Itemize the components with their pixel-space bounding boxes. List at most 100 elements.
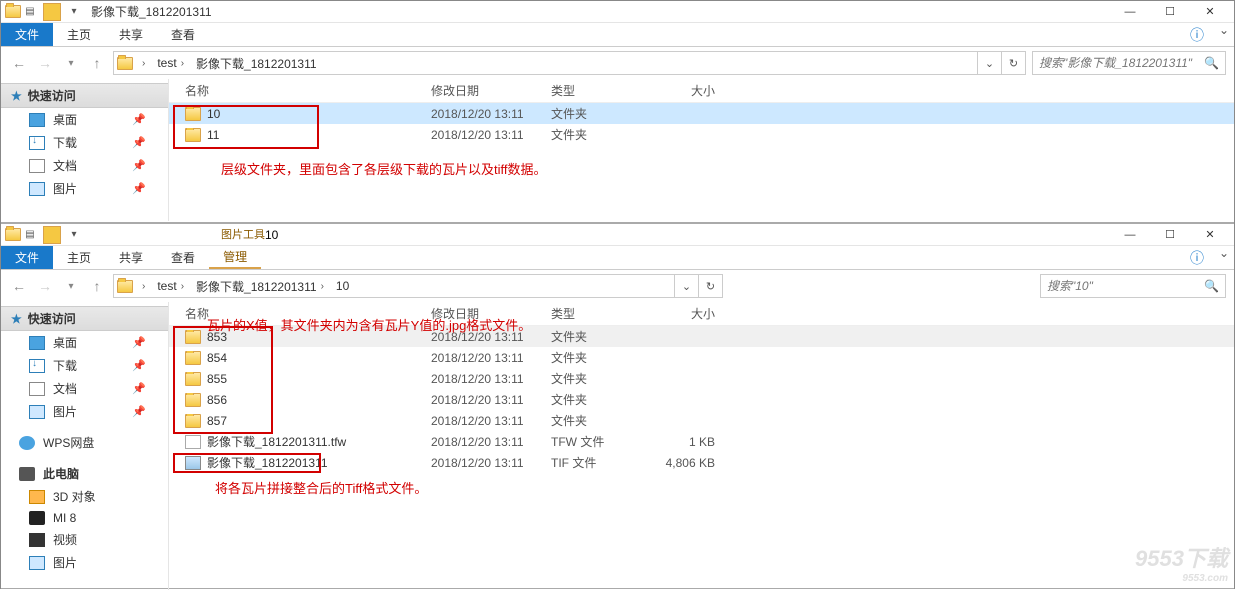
refresh-button[interactable]: ↻: [698, 275, 722, 297]
tab-manage[interactable]: 管理: [209, 246, 261, 269]
table-row[interactable]: 112018/12/20 13:11文件夹: [169, 124, 1234, 145]
breadcrumb-dropdown[interactable]: ⌄: [674, 275, 698, 297]
sidebar-item-downloads[interactable]: 下载📌: [1, 131, 168, 154]
table-row[interactable]: 影像下载_18122013112018/12/20 13:11TIF 文件4,8…: [169, 452, 1234, 473]
tab-home[interactable]: 主页: [53, 23, 105, 46]
tab-file[interactable]: 文件: [1, 23, 53, 46]
tab-view[interactable]: 查看: [157, 23, 209, 46]
sidebar-item-3d[interactable]: 3D 对象: [1, 485, 168, 508]
tab-share[interactable]: 共享: [105, 246, 157, 269]
breadcrumb-dropdown[interactable]: ⌄: [977, 52, 1001, 74]
pin-icon: 📌: [132, 182, 146, 195]
breadcrumb-item: test›: [151, 275, 190, 297]
search-box-1[interactable]: 🔍: [1032, 51, 1226, 75]
table-row[interactable]: 8552018/12/20 13:11文件夹: [169, 368, 1234, 389]
sidebar-item-pictures2[interactable]: 图片: [1, 551, 168, 574]
close-button[interactable]: ✕: [1190, 224, 1230, 246]
refresh-button[interactable]: ↻: [1001, 52, 1025, 74]
column-name[interactable]: 名称: [169, 305, 415, 322]
folder-icon: [185, 351, 201, 365]
window-title-1: 影像下载_1812201311: [91, 3, 212, 20]
table-row[interactable]: 8542018/12/20 13:11文件夹: [169, 347, 1234, 368]
back-button[interactable]: ←: [9, 53, 29, 73]
sidebar-wps[interactable]: WPS网盘: [1, 431, 168, 454]
search-icon[interactable]: 🔍: [1204, 279, 1219, 293]
sidebar-item-desktop[interactable]: 桌面📌: [1, 108, 168, 131]
sidebar-this-pc[interactable]: 此电脑: [1, 462, 168, 485]
table-row[interactable]: 8532018/12/20 13:11文件夹: [169, 326, 1234, 347]
column-type[interactable]: 类型: [535, 82, 645, 99]
row-name: 854: [207, 351, 227, 365]
search-icon[interactable]: 🔍: [1204, 56, 1219, 70]
wps-icon: [19, 436, 35, 450]
sidebar-item-mi8[interactable]: MI 8: [1, 508, 168, 528]
tab-share[interactable]: 共享: [105, 23, 157, 46]
row-name: 11: [207, 128, 219, 142]
maximize-button[interactable]: ☐: [1150, 224, 1190, 246]
table-row[interactable]: 8562018/12/20 13:11文件夹: [169, 389, 1234, 410]
close-button[interactable]: ✕: [1190, 1, 1230, 23]
qat-properties-icon[interactable]: ▤: [21, 226, 39, 244]
ribbon-expand-icon[interactable]: ⌄: [1214, 246, 1234, 269]
column-name[interactable]: 名称: [169, 82, 415, 99]
sidebar-item-documents[interactable]: 文档📌: [1, 154, 168, 177]
sidebar-1: ★ 快速访问 桌面📌 下载📌 文档📌 图片📌: [1, 79, 169, 221]
minimize-button[interactable]: —: [1110, 224, 1150, 246]
folder-icon: [185, 393, 201, 407]
search-input[interactable]: [1047, 279, 1204, 293]
minimize-button[interactable]: —: [1110, 1, 1150, 23]
table-row[interactable]: 影像下载_1812201311.tfw2018/12/20 13:11TFW 文…: [169, 431, 1234, 452]
up-button[interactable]: ↑: [87, 276, 107, 296]
column-size[interactable]: 大小: [645, 82, 725, 99]
forward-button[interactable]: →: [35, 53, 55, 73]
download-icon: [29, 359, 45, 373]
search-box-2[interactable]: 🔍: [1040, 274, 1226, 298]
folder-icon: [185, 330, 201, 344]
recent-dropdown[interactable]: ▾: [61, 276, 81, 296]
sidebar-quick-access[interactable]: ★ 快速访问: [1, 306, 168, 331]
qat-dropdown-icon[interactable]: [43, 3, 61, 21]
forward-button[interactable]: →: [35, 276, 55, 296]
sidebar-2: ★ 快速访问 桌面📌 下载📌 文档📌 图片📌 WPS网盘 此电脑 3D 对象 M…: [1, 302, 169, 590]
chevron-right-icon[interactable]: ›: [142, 58, 145, 69]
tif-icon: [185, 456, 201, 470]
up-button[interactable]: ↑: [87, 53, 107, 73]
breadcrumb-1[interactable]: › test› 影像下载_1812201311 ⌄ ↻: [113, 51, 1026, 75]
back-button[interactable]: ←: [9, 276, 29, 296]
sidebar-item-pictures[interactable]: 图片📌: [1, 177, 168, 200]
sidebar-item-videos[interactable]: 视频: [1, 528, 168, 551]
row-size: 4,806 KB: [645, 456, 725, 470]
tab-home[interactable]: 主页: [53, 246, 105, 269]
list-header-1: 名称 修改日期 类型 大小: [169, 79, 1234, 103]
column-date[interactable]: 修改日期: [415, 82, 535, 99]
qat-expand-icon[interactable]: ▾: [65, 226, 83, 244]
pictures-icon: [29, 182, 45, 196]
folder-icon: [185, 414, 201, 428]
table-row[interactable]: 8572018/12/20 13:11文件夹: [169, 410, 1234, 431]
table-row[interactable]: 102018/12/20 13:11文件夹: [169, 103, 1234, 124]
sidebar-quick-access[interactable]: ★ 快速访问: [1, 83, 168, 108]
sidebar-item-desktop[interactable]: 桌面📌: [1, 331, 168, 354]
qat-properties-icon[interactable]: ▤: [21, 3, 39, 21]
window-folder-icon: [5, 5, 21, 18]
help-icon[interactable]: ⓘ: [1190, 246, 1204, 269]
sidebar-item-documents[interactable]: 文档📌: [1, 377, 168, 400]
help-icon[interactable]: ⓘ: [1190, 23, 1204, 46]
ribbon-expand-icon[interactable]: ⌄: [1214, 23, 1234, 46]
maximize-button[interactable]: ☐: [1150, 1, 1190, 23]
column-type[interactable]: 类型: [535, 305, 645, 322]
breadcrumb-2[interactable]: › test› 影像下载_1812201311› 10 ⌄ ↻: [113, 274, 723, 298]
tab-view[interactable]: 查看: [157, 246, 209, 269]
tab-file[interactable]: 文件: [1, 246, 53, 269]
column-size[interactable]: 大小: [645, 305, 725, 322]
sidebar-item-downloads[interactable]: 下载📌: [1, 354, 168, 377]
recent-dropdown[interactable]: ▾: [61, 53, 81, 73]
search-input[interactable]: [1039, 56, 1204, 70]
column-date[interactable]: 修改日期: [415, 305, 535, 322]
folder-icon: [185, 372, 201, 386]
qat-expand-icon[interactable]: ▾: [65, 3, 83, 21]
row-date: 2018/12/20 13:11: [415, 128, 535, 142]
qat-dropdown-icon[interactable]: [43, 226, 61, 244]
chevron-right-icon[interactable]: ›: [142, 281, 145, 292]
sidebar-item-pictures[interactable]: 图片📌: [1, 400, 168, 423]
